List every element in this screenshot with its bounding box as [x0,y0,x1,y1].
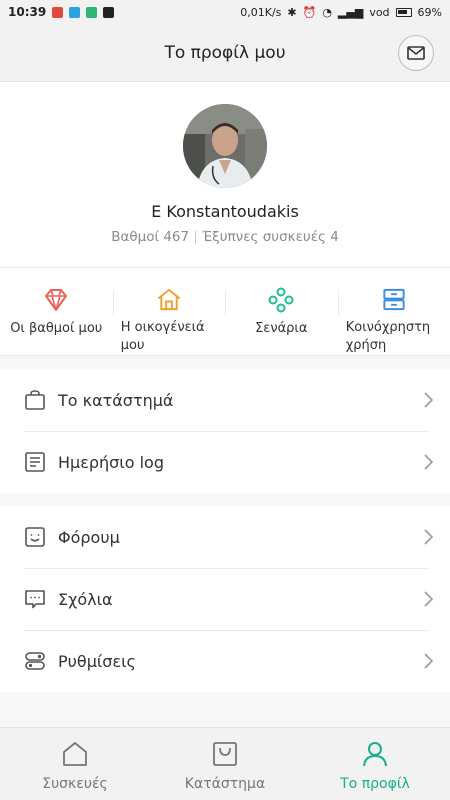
tab-label: Το προφίλ [340,776,410,792]
bluetooth-icon: ✱ [287,5,297,19]
menu-item-feedback[interactable]: Σχόλια [0,568,450,630]
settings-icon [25,652,45,670]
devices-stat[interactable]: Έξυπνες συσκευές 4 [202,229,339,245]
menu-item-forum[interactable]: Φόρουμ [0,506,450,568]
mail-button[interactable] [398,35,434,71]
shortcut-label: Η οικογένειά μου [120,320,205,353]
shortcut-scenes[interactable]: Σενάρια [225,268,338,355]
shortcut-row: Οι βαθμοί μου Η οικογένειά μου Σενάρια Κ… [0,268,450,356]
profile-card: E Konstantoudakis Βαθμοί 467 Έξυπνες συσ… [0,82,450,268]
share-icon [383,288,405,311]
chevron-right-icon [424,392,434,408]
wifi-icon: ◔ [322,5,332,19]
shortcut-label: Κοινόχρηστη χρήση [345,320,431,353]
tab-devices[interactable]: Συσκευές [0,728,150,800]
battery-icon [395,7,412,17]
house-icon [157,288,180,311]
shortcut-label: Οι βαθμοί μου [10,321,103,336]
forum-icon [25,527,45,547]
carrier: vod [369,5,390,19]
section-gap [0,493,450,506]
menu-label: Το κατάστημά [58,390,174,410]
profile-stats: Βαθμοί 467 Έξυπνες συσκευές 4 [111,229,339,245]
shortcut-sharing[interactable]: Κοινόχρηστη χρήση [337,268,450,355]
menu-item-daily-log[interactable]: Ημερήσιο log [0,431,450,493]
shortcut-my-family[interactable]: Η οικογένειά μου [112,268,226,355]
tab-label: Κατάστημα [184,776,266,792]
app-notification-icon [86,6,98,18]
shortcut-label: Σενάρια [255,321,308,336]
battery-percent: 69% [417,5,442,19]
menu-label: Φόρουμ [58,527,120,547]
stat-divider [195,230,197,244]
menu-group-2: Φόρουμ Σχόλια Ρυθμίσεις [0,506,450,692]
avatar[interactable] [183,104,267,188]
skype-notification-icon [69,6,81,18]
menu-item-settings[interactable]: Ρυθμίσεις [0,630,450,692]
person-icon [363,742,387,767]
bag-icon [25,390,45,410]
signal-icon: ▂▄▆ [337,5,364,19]
status-time: 10:39 [8,5,47,19]
points-stat[interactable]: Βαθμοί 467 [111,229,189,245]
shortcut-my-points[interactable]: Οι βαθμοί μου [0,268,113,355]
tab-store[interactable]: Κατάστημα [150,728,300,800]
menu-group-1: Το κατάστημά Ημερήσιο log [0,369,450,493]
mail-icon [407,46,425,60]
store-icon [213,742,237,766]
status-bar: 10:39 0,01K/s ✱ ⏰ ◔ ▂▄▆ vod 69% [0,0,450,24]
scenes-icon [268,287,294,313]
menu-item-store[interactable]: Το κατάστημά [0,369,450,431]
tab-profile[interactable]: Το προφίλ [300,728,450,800]
page-title: Το προφίλ μου [164,42,286,63]
gmail-notification-icon [52,6,64,18]
tab-label: Συσκευές [42,776,108,792]
section-gap [0,356,450,369]
header: Το προφίλ μου [0,24,450,82]
alarm-icon: ⏰ [302,5,317,19]
profile-name: E Konstantoudakis [151,202,299,221]
bottom-tab-bar: Συσκευές Κατάστημα Το προφίλ [0,727,450,800]
net-speed: 0,01K/s [240,5,282,19]
menu-label: Ημερήσιο log [58,452,164,472]
menu-label: Σχόλια [58,589,113,609]
diamond-icon [45,289,68,311]
chevron-right-icon [424,591,434,607]
chevron-right-icon [424,653,434,669]
app-notification-icon-2 [103,6,115,18]
log-icon [25,452,45,472]
home-icon [63,742,87,766]
comment-icon [25,590,45,609]
chevron-right-icon [424,454,434,470]
chevron-right-icon [424,529,434,545]
menu-label: Ρυθμίσεις [58,651,136,671]
